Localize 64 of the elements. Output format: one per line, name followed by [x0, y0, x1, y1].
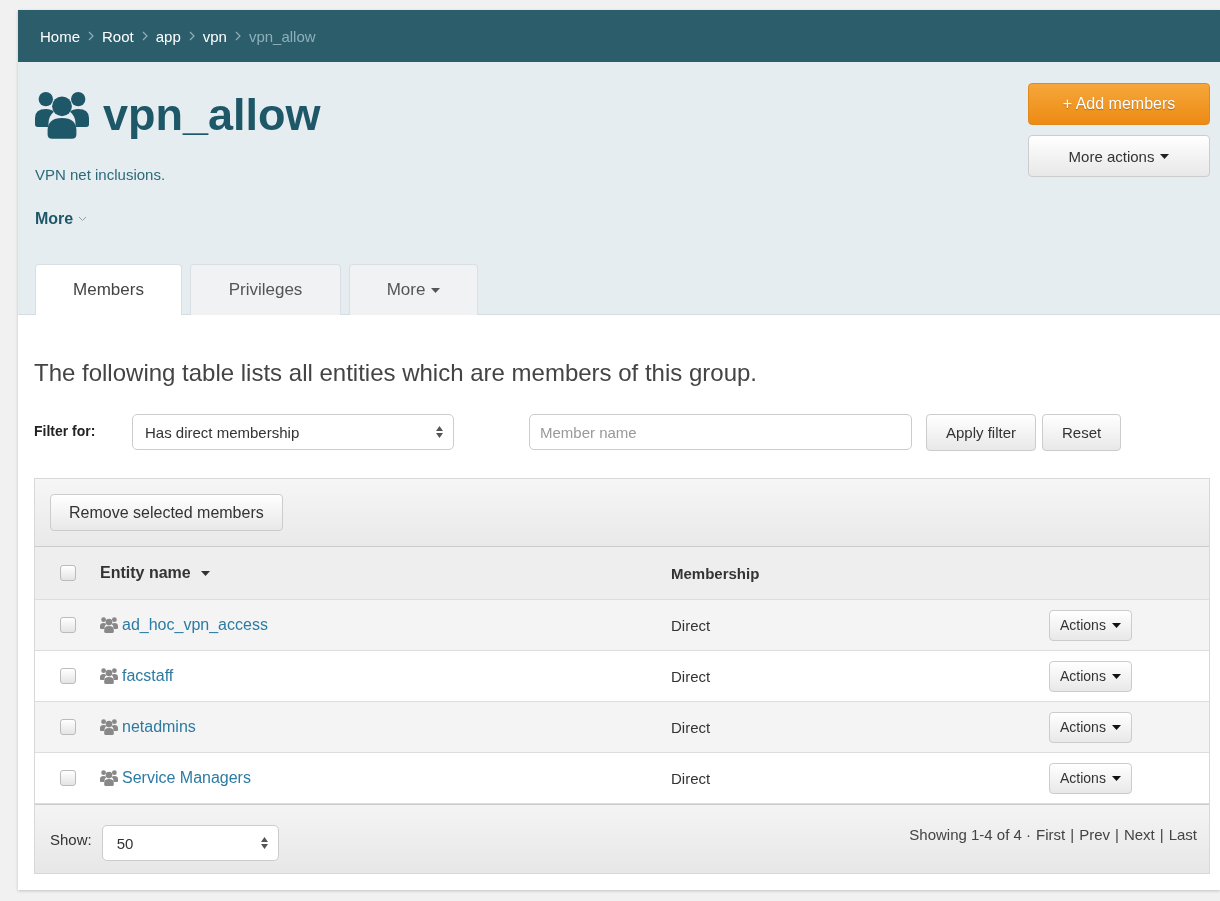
breadcrumb-link[interactable]: Root — [102, 27, 134, 45]
more-toggle[interactable]: More — [35, 210, 88, 228]
table-cell: Direct — [671, 616, 711, 634]
show-label: Show: — [50, 830, 92, 848]
breadcrumb-link[interactable]: vpn — [202, 27, 227, 45]
entity-link[interactable]: ad_hoc_vpn_access — [122, 616, 268, 634]
group-icon — [35, 90, 89, 140]
breadcrumb-link[interactable]: app — [155, 27, 181, 45]
more-actions-button[interactable]: More actions — [1028, 135, 1210, 177]
updown-arrows-icon — [436, 426, 443, 438]
tab[interactable]: More — [349, 264, 478, 315]
actions-button[interactable]: Actions — [1049, 762, 1132, 794]
tab[interactable]: Privileges — [190, 264, 341, 315]
remove-selected-button[interactable]: Remove selected members — [50, 494, 283, 531]
page-size-select[interactable]: 50 — [101, 825, 279, 861]
pager-link[interactable]: First — [1036, 826, 1066, 843]
group-icon — [100, 718, 118, 736]
group-icon — [100, 616, 118, 634]
checkbox[interactable] — [59, 719, 76, 735]
updown-arrows-icon — [260, 837, 268, 849]
filter-button[interactable]: Apply filter — [926, 413, 1037, 451]
column-header[interactable]: Entity name — [100, 564, 191, 582]
checkbox[interactable] — [59, 617, 76, 633]
group-description: VPN net inclusions. — [35, 166, 166, 183]
tab[interactable]: Members — [35, 264, 182, 315]
pager-link[interactable]: Next — [1123, 826, 1155, 843]
chevron-icon — [188, 31, 195, 41]
table-cell: Direct — [671, 769, 711, 787]
entity-link[interactable]: netadmins — [122, 718, 196, 736]
caret-icon — [1111, 724, 1121, 730]
chevron-icon — [88, 31, 94, 41]
chevron-icon — [141, 31, 148, 41]
group-icon — [100, 769, 118, 787]
chevron-icon — [234, 31, 241, 41]
member-name-field[interactable]: Member name — [529, 414, 912, 450]
column-header[interactable]: Membership — [671, 564, 760, 582]
caret-icon — [1160, 153, 1170, 159]
checkbox[interactable] — [59, 668, 76, 684]
page-title: vpn_allow — [103, 89, 321, 141]
table-cell: Direct — [671, 667, 711, 685]
actions-button[interactable]: Actions — [1049, 660, 1132, 692]
caret-icon — [1111, 622, 1121, 628]
caret-icon — [1111, 673, 1121, 679]
intro-text: The following table lists all entities which are members of this group. — [34, 359, 758, 388]
caret-icon — [1111, 775, 1121, 781]
entity-link[interactable]: facstaff — [122, 667, 174, 685]
actions-button[interactable]: Actions — [1049, 711, 1132, 743]
pager-summary: Showing 1-4 of 4 · — [909, 826, 1032, 843]
pager-separator: | — [1070, 826, 1075, 843]
pager-separator: | — [1159, 826, 1164, 843]
group-icon — [100, 667, 118, 685]
pager-link[interactable]: Prev — [1079, 826, 1110, 843]
chevron-down-icon — [78, 216, 88, 222]
entity-link[interactable]: Service Managers — [122, 769, 251, 787]
membership-select[interactable]: Has direct membership — [132, 414, 454, 450]
breadcrumb-link[interactable]: Home — [40, 27, 80, 45]
checkbox[interactable] — [59, 565, 76, 581]
checkbox[interactable] — [59, 770, 76, 786]
filter-label: Filter for: — [34, 423, 97, 439]
pager-separator: | — [1115, 826, 1119, 843]
table-cell: Direct — [671, 718, 711, 736]
actions-button[interactable]: Actions — [1049, 609, 1132, 641]
pager-link[interactable]: Last — [1168, 826, 1197, 843]
filter-button[interactable]: Reset — [1042, 413, 1122, 451]
